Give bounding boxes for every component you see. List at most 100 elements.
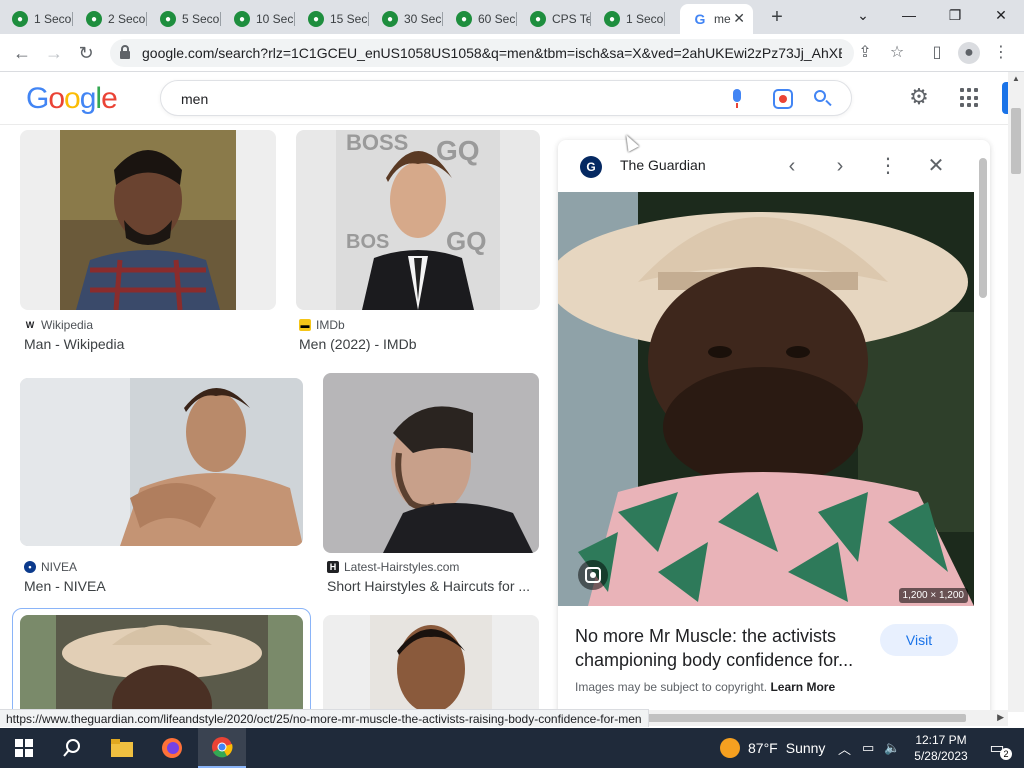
- browser-tab[interactable]: ● 1 Seco: [0, 4, 73, 34]
- tab-strip: ● 1 Seco ● 2 Seco ● 5 Seco ● 10 Sec ● 15 Sec …: [0, 0, 1024, 34]
- tab-favicon-icon: ●: [456, 11, 472, 27]
- chrome-taskbar-button[interactable]: [198, 728, 246, 768]
- lock-icon[interactable]: [120, 45, 130, 59]
- address-bar[interactable]: google.com/search?rlz=1C1GCEU_enUS1058US…: [110, 39, 854, 67]
- search-inside-image-icon[interactable]: [578, 560, 608, 590]
- firefox-button[interactable]: [148, 728, 196, 768]
- restore-button[interactable]: ❐: [932, 4, 978, 26]
- clock-time: 12:17 PM: [915, 733, 967, 747]
- result-title[interactable]: Men (2022) - IMDb: [299, 336, 539, 352]
- taskbar-search-button[interactable]: [48, 728, 96, 768]
- browser-tab[interactable]: ● 30 Sec: [370, 4, 443, 34]
- haircut-photo-image: [323, 373, 539, 553]
- scroll-up-arrow-icon[interactable]: ▲: [1012, 74, 1020, 83]
- browser-tab[interactable]: ● 1 Seco: [592, 4, 665, 34]
- browser-tab[interactable]: ● 2 Seco: [74, 4, 147, 34]
- notification-count-badge: 2: [1000, 748, 1012, 760]
- link-status-bar: https://www.theguardian.com/lifeandstyle…: [0, 709, 649, 727]
- tab-label: 2 Seco: [108, 12, 146, 26]
- google-header: Google men ⚙: [0, 72, 1024, 125]
- share-icon[interactable]: ⇪: [854, 42, 876, 64]
- guardian-favicon-icon: G: [580, 156, 602, 178]
- chrome-menu-icon[interactable]: ⋮: [990, 42, 1012, 64]
- network-icon[interactable]: ▭: [862, 728, 874, 768]
- file-explorer-button[interactable]: [98, 728, 146, 768]
- google-apps-icon[interactable]: [960, 88, 980, 108]
- url-text[interactable]: google.com/search?rlz=1C1GCEU_enUS1058US…: [142, 45, 842, 61]
- nivea-favicon-icon: •: [24, 561, 36, 573]
- close-window-button[interactable]: ✕: [978, 4, 1024, 26]
- scroll-right-arrow-icon[interactable]: ▶: [997, 712, 1004, 723]
- preview-title[interactable]: No more Mr Muscle: the activists champio…: [575, 624, 875, 672]
- browser-tab[interactable]: ● CPS Te: [518, 4, 591, 34]
- result-title[interactable]: Men - NIVEA: [24, 578, 304, 594]
- vertical-scroll-thumb[interactable]: [1011, 108, 1021, 174]
- more-options-icon[interactable]: ⋮: [874, 152, 902, 180]
- tab-label: CPS Te: [552, 12, 591, 26]
- weather-temperature: 87°F: [748, 740, 778, 756]
- firefox-icon: [162, 738, 182, 758]
- result-source[interactable]: H Latest-Hairstyles.com: [327, 560, 459, 574]
- result-source[interactable]: ▬ IMDb: [299, 318, 345, 332]
- image-dimensions: 1,200 × 1,200: [898, 588, 968, 603]
- result-thumbnail[interactable]: [20, 378, 303, 546]
- result-thumbnail[interactable]: BOSS GQ BOS GQ: [296, 130, 540, 310]
- man-photo-image: [60, 130, 236, 310]
- visit-button[interactable]: Visit: [880, 624, 958, 656]
- taskbar-clock[interactable]: 12:17 PM 5/28/2023: [908, 732, 974, 764]
- notification-center-button[interactable]: ▭ 2: [982, 728, 1012, 768]
- google-lens-icon[interactable]: [773, 89, 793, 109]
- voice-search-icon[interactable]: [731, 89, 743, 109]
- preview-image[interactable]: 1,200 × 1,200: [558, 192, 974, 606]
- side-panel-icon[interactable]: ▯: [926, 42, 948, 64]
- tab-search-chevron-icon[interactable]: ⌄: [840, 4, 886, 26]
- new-tab-button[interactable]: +: [766, 6, 788, 28]
- sun-weather-icon: [720, 738, 740, 758]
- wikipedia-favicon-icon: W: [24, 319, 36, 331]
- show-hidden-icons-chevron-icon[interactable]: ︿: [838, 728, 851, 768]
- volume-muted-icon[interactable]: 🔈: [884, 728, 900, 768]
- svg-text:GQ: GQ: [436, 135, 480, 166]
- preview-scrollbar[interactable]: [976, 142, 990, 710]
- google-images-page: Google men ⚙ WWikipedia Man - Wikipedia: [0, 72, 1024, 726]
- result-title[interactable]: Short Hairstyles & Haircuts for ...: [327, 578, 539, 594]
- tab-favicon-icon: ●: [308, 11, 324, 27]
- result-source[interactable]: • NIVEA: [24, 560, 77, 574]
- result-thumbnail[interactable]: [323, 373, 539, 553]
- browser-tab[interactable]: ● 60 Sec: [444, 4, 517, 34]
- page-vertical-scrollbar[interactable]: ▲: [1008, 72, 1024, 712]
- tab-favicon-icon: ●: [382, 11, 398, 27]
- forward-button[interactable]: →: [42, 41, 66, 65]
- folder-icon: [111, 739, 133, 757]
- settings-gear-icon[interactable]: ⚙: [908, 86, 930, 108]
- browser-tab[interactable]: ● 15 Sec: [296, 4, 369, 34]
- tab-favicon-icon: ●: [604, 11, 620, 27]
- search-query[interactable]: men: [181, 91, 208, 107]
- close-tab-icon[interactable]: ✕: [733, 10, 745, 27]
- windows-taskbar: 87°F Sunny ︿ ▭ 🔈 12:17 PM 5/28/2023 ▭ 2: [0, 728, 1024, 768]
- preview-source[interactable]: The Guardian: [620, 157, 706, 173]
- next-image-chevron-icon[interactable]: ›: [826, 152, 854, 180]
- close-preview-icon[interactable]: ✕: [922, 152, 950, 180]
- previous-image-chevron-icon[interactable]: ‹: [778, 152, 806, 180]
- back-button[interactable]: ←: [10, 41, 34, 65]
- reload-button[interactable]: ↻: [74, 41, 98, 65]
- search-icon[interactable]: [813, 89, 833, 109]
- bookmark-star-icon[interactable]: ☆: [886, 42, 908, 64]
- browser-tab[interactable]: ● 10 Sec: [222, 4, 295, 34]
- learn-more-link[interactable]: Learn More: [770, 680, 835, 694]
- search-box[interactable]: men: [160, 80, 852, 116]
- start-button[interactable]: [0, 728, 48, 768]
- result-title[interactable]: Man - Wikipedia: [24, 336, 274, 352]
- browser-tab[interactable]: ● 5 Seco: [148, 4, 221, 34]
- profile-icon[interactable]: ●: [958, 42, 980, 64]
- google-logo[interactable]: Google: [26, 82, 118, 116]
- minimize-button[interactable]: —: [886, 4, 932, 26]
- browser-tab-active[interactable]: Gme ✕: [680, 4, 753, 34]
- tab-label: 15 Sec: [330, 12, 368, 26]
- result-source[interactable]: W Wikipedia: [24, 318, 93, 332]
- result-thumbnail[interactable]: [20, 130, 276, 310]
- copyright-notice: Images may be subject to copyright. Lear…: [575, 680, 836, 694]
- hat-man-large-photo-image: [558, 192, 974, 606]
- weather-widget[interactable]: 87°F Sunny: [720, 728, 825, 768]
